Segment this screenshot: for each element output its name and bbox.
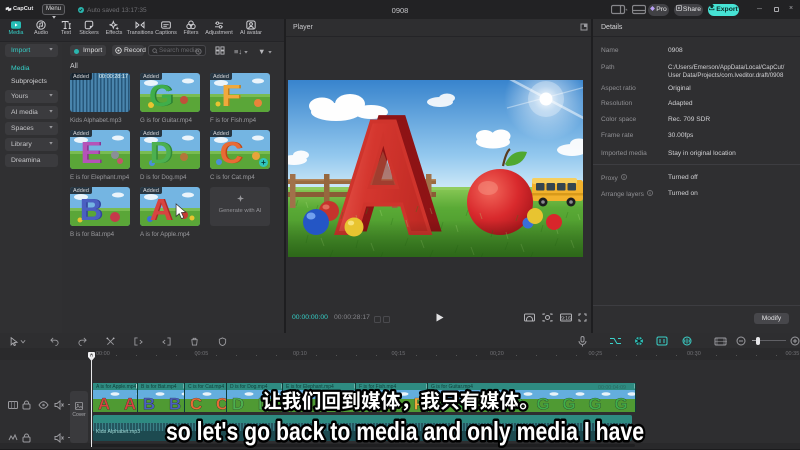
svg-text:so let's go back to media and: so let's go back to media and only media…	[166, 416, 644, 446]
